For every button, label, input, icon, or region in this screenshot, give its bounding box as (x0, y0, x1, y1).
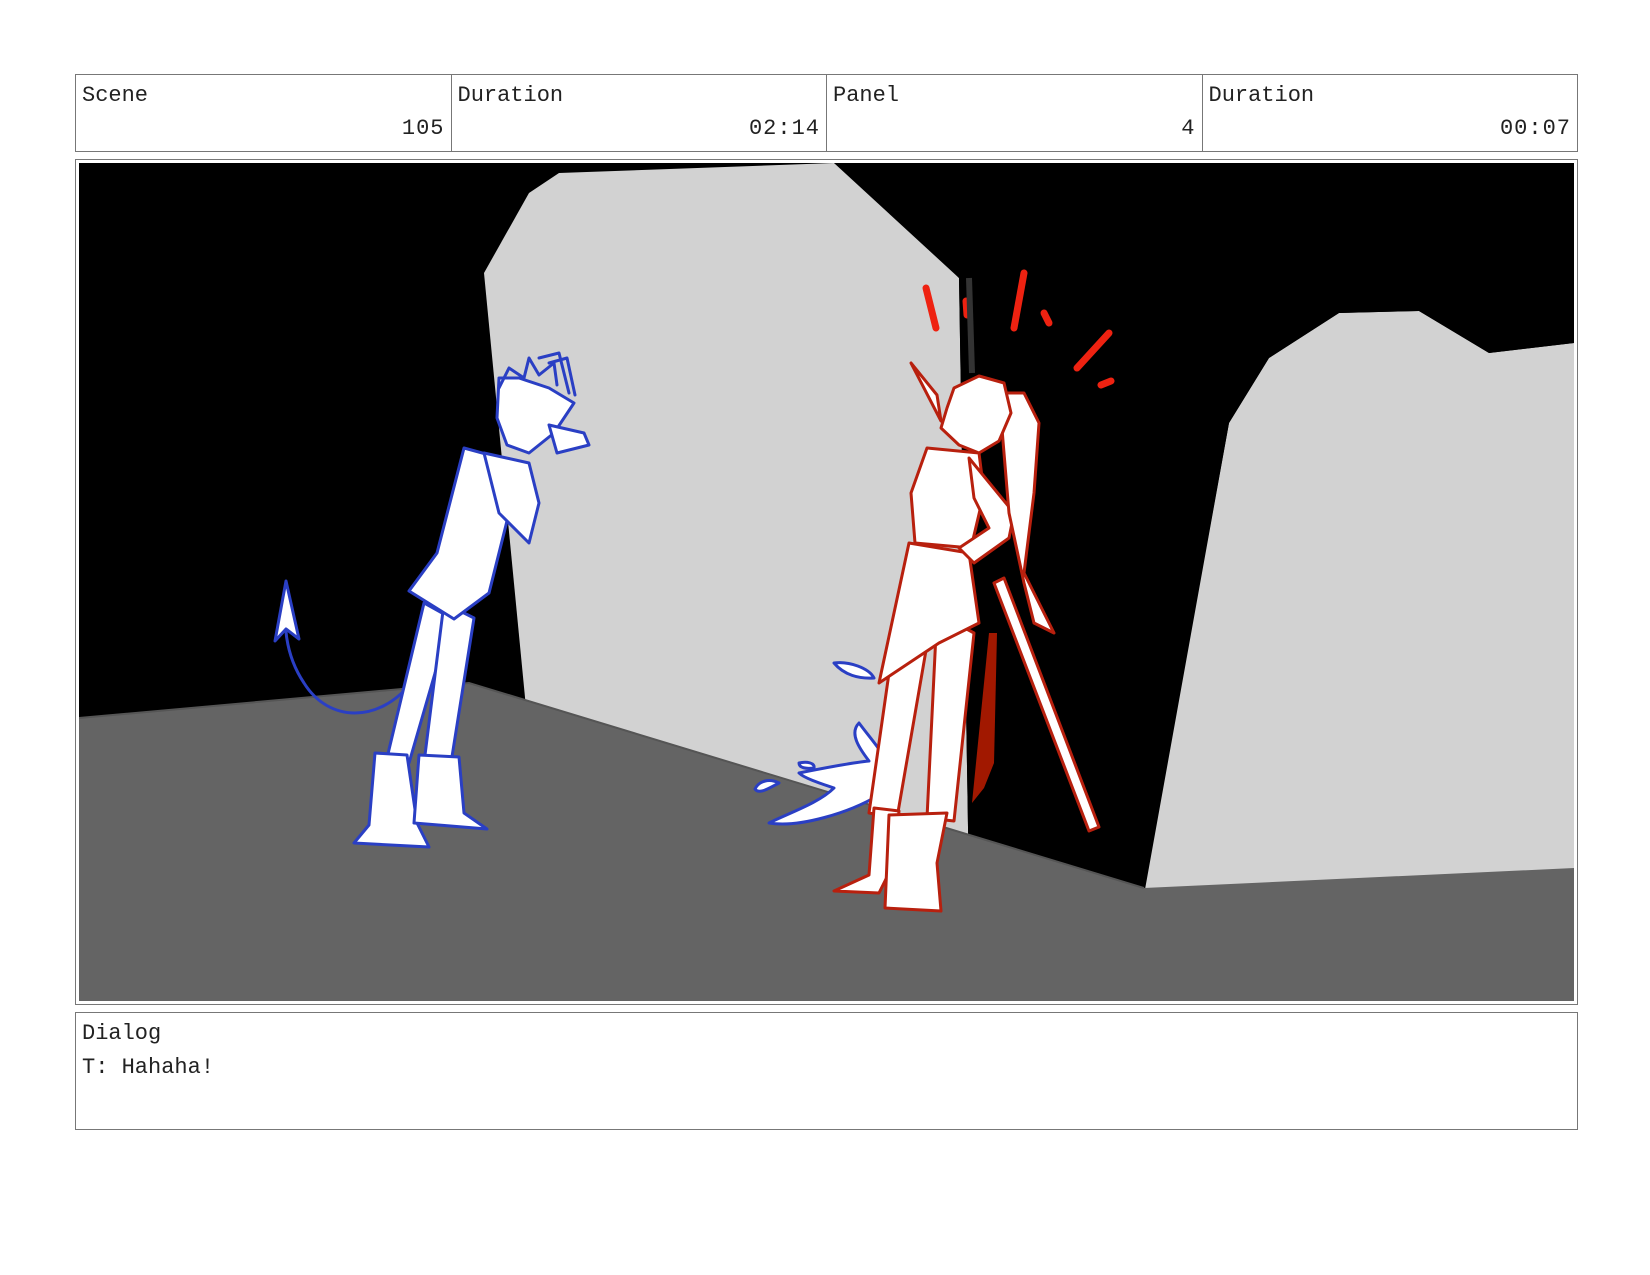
door-edge-line (966, 277, 975, 374)
scene-duration-value: 02:14 (748, 116, 820, 141)
storyboard-drawing (79, 163, 1574, 1001)
panel-label: Panel (833, 83, 900, 108)
dialog-box: Dialog T: Hahaha! (75, 1012, 1578, 1130)
boot-right (883, 811, 949, 913)
scene-duration-label: Duration (457, 83, 564, 108)
dialog-label: Dialog (82, 1021, 162, 1046)
panel-duration-cell: Duration 00:07 (1203, 75, 1578, 151)
scene-value: 105 (401, 116, 445, 141)
scene-duration-cell: Duration 02:14 (452, 75, 827, 151)
mark-6 (1097, 377, 1115, 389)
panel-value: 4 (1181, 116, 1196, 141)
scene-label: Scene (82, 83, 149, 108)
scene-cell: Scene 105 (76, 75, 452, 151)
mark-4 (1040, 309, 1053, 327)
dialog-text: T: Hahaha! (82, 1055, 215, 1080)
panel-duration-value: 00:07 (1499, 116, 1571, 141)
panel-cell: Panel 4 (827, 75, 1203, 151)
panel-duration-label: Duration (1208, 83, 1315, 108)
storyboard-frame (75, 159, 1578, 1005)
splash-drop-3 (797, 760, 816, 770)
panel-header: Scene 105 Duration 02:14 Panel 4 Duratio… (75, 74, 1578, 152)
